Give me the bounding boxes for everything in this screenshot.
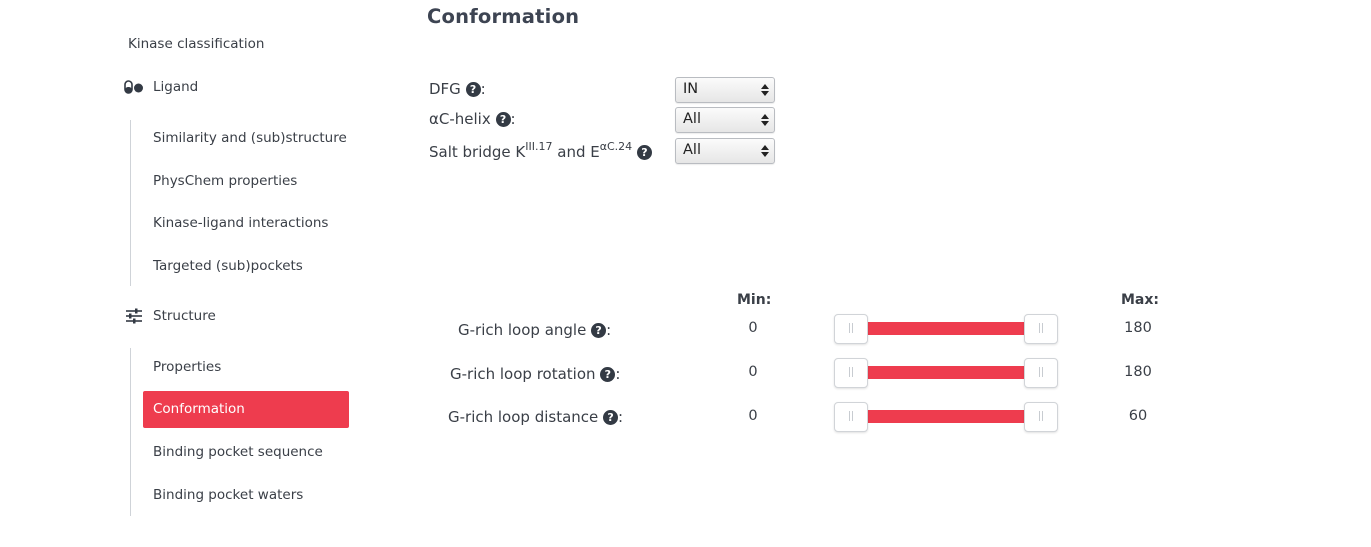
sidebar-item-interactions[interactable]: Kinase-ligand interactions xyxy=(153,215,328,231)
g-rich-loop-rotation-min: 0 xyxy=(748,364,758,380)
structure-subnav-line xyxy=(130,348,131,516)
min-header: Min: xyxy=(737,292,772,308)
sidebar-item-properties[interactable]: Properties xyxy=(153,359,221,375)
select-arrows-icon xyxy=(761,84,769,96)
g-rich-loop-distance-min: 0 xyxy=(748,408,758,424)
sidebar-item-subpockets[interactable]: Targeted (sub)pockets xyxy=(153,258,303,274)
question-circle-icon[interactable]: ? xyxy=(603,410,619,425)
sidebar-item-conformation-label: Conformation xyxy=(153,401,245,417)
sidebar-item-similarity[interactable]: Similarity and (sub)structure xyxy=(153,130,347,146)
g-rich-loop-angle-label: G-rich loop angle ?: xyxy=(458,321,611,339)
g-rich-loop-distance-min-handle[interactable] xyxy=(834,402,868,432)
g-rich-loop-angle-min-handle[interactable] xyxy=(834,314,868,344)
sidebar-item-physchem[interactable]: PhysChem properties xyxy=(153,173,297,189)
sliders-icon xyxy=(124,308,144,324)
page-title: Conformation xyxy=(427,5,580,28)
g-rich-loop-rotation-max: 180 xyxy=(1124,364,1152,380)
dfg-label: DFG ?: xyxy=(429,80,486,98)
g-rich-loop-distance-range xyxy=(851,410,1041,423)
sidebar-item-kinase-classification[interactable]: Kinase classification xyxy=(128,36,264,52)
g-rich-loop-angle-range xyxy=(851,322,1041,335)
g-rich-loop-rotation-colon: : xyxy=(615,365,621,383)
select-arrows-icon xyxy=(761,114,769,126)
g-rich-loop-angle-max: 180 xyxy=(1124,320,1152,336)
dfg-colon: : xyxy=(480,80,486,98)
dfg-select[interactable]: IN xyxy=(675,77,775,103)
g-rich-loop-distance-max: 60 xyxy=(1128,408,1148,424)
salt-bridge-text-1: Salt bridge K xyxy=(429,143,526,161)
g-rich-loop-rotation-range xyxy=(851,366,1041,379)
g-rich-loop-rotation-label: G-rich loop rotation ?: xyxy=(450,365,620,383)
sidebar-item-pocket-sequence[interactable]: Binding pocket sequence xyxy=(153,444,323,460)
g-rich-loop-distance-text: G-rich loop distance xyxy=(448,408,599,426)
sidebar-section-ligand-label: Ligand xyxy=(153,79,199,95)
g-rich-loop-distance-max-handle[interactable] xyxy=(1024,402,1058,432)
select-arrows-icon xyxy=(761,145,769,157)
pills-icon xyxy=(124,79,144,95)
sidebar-section-structure-label: Structure xyxy=(153,308,216,324)
question-circle-icon[interactable]: ? xyxy=(465,82,481,97)
salt-bridge-select-value: All xyxy=(683,142,701,158)
question-circle-icon[interactable]: ? xyxy=(591,323,607,338)
sidebar-section-ligand[interactable]: Ligand xyxy=(124,79,198,95)
salt-bridge-select[interactable]: All xyxy=(675,138,775,164)
dfg-select-value: IN xyxy=(683,81,699,97)
salt-bridge-label: Salt bridge KIII.17 and EαC.24 ? xyxy=(429,140,652,161)
max-header: Max: xyxy=(1121,292,1160,308)
salt-bridge-sup-1: III.17 xyxy=(525,140,553,153)
ac-helix-select[interactable]: All xyxy=(675,107,775,133)
g-rich-loop-rotation-text: G-rich loop rotation xyxy=(450,365,596,383)
g-rich-loop-distance-colon: : xyxy=(618,408,624,426)
dfg-label-text: DFG xyxy=(429,80,461,98)
question-circle-icon[interactable]: ? xyxy=(636,145,652,160)
g-rich-loop-angle-max-handle[interactable] xyxy=(1024,314,1058,344)
sidebar-item-pocket-waters[interactable]: Binding pocket waters xyxy=(153,487,303,503)
ac-helix-label-text: αC-helix xyxy=(429,110,491,128)
ac-helix-colon: : xyxy=(510,110,516,128)
ac-helix-label: αC-helix ?: xyxy=(429,110,516,128)
salt-bridge-text-2: and E xyxy=(552,143,600,161)
question-circle-icon[interactable]: ? xyxy=(600,367,616,382)
question-circle-icon[interactable]: ? xyxy=(495,112,511,127)
g-rich-loop-angle-colon: : xyxy=(606,321,612,339)
sidebar-section-structure[interactable]: Structure xyxy=(124,308,216,324)
g-rich-loop-angle-text: G-rich loop angle xyxy=(458,321,587,339)
ligand-subnav-line xyxy=(130,120,131,286)
g-rich-loop-angle-min: 0 xyxy=(748,320,758,336)
sidebar-item-conformation[interactable]: Conformation xyxy=(143,391,349,428)
g-rich-loop-rotation-max-handle[interactable] xyxy=(1024,358,1058,388)
sidebar-nav: Kinase classification Ligand Similarity … xyxy=(0,0,380,547)
g-rich-loop-distance-label: G-rich loop distance ?: xyxy=(448,408,623,426)
ac-helix-select-value: All xyxy=(683,111,701,127)
g-rich-loop-rotation-min-handle[interactable] xyxy=(834,358,868,388)
salt-bridge-sup-2: αC.24 xyxy=(599,140,633,153)
